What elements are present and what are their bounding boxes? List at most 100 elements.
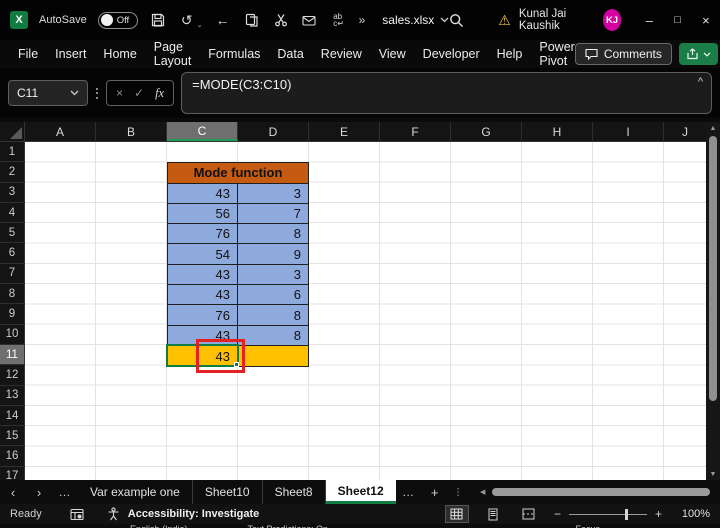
column-header-i[interactable]: I — [593, 122, 664, 141]
search-icon[interactable] — [449, 11, 464, 29]
undo-dropdown-icon[interactable]: ⌄ — [197, 21, 203, 29]
tab-data[interactable]: Data — [277, 47, 303, 61]
undo-button[interactable]: ↺ ⌄ — [178, 11, 203, 30]
page-break-view-icon[interactable] — [518, 506, 540, 522]
horizontal-scroll-thumb[interactable] — [491, 488, 710, 496]
cell-d5[interactable]: 8 — [238, 224, 308, 244]
vertical-scroll-thumb[interactable] — [709, 136, 717, 401]
row-header-1[interactable]: 1 — [0, 142, 24, 163]
tab-review[interactable]: Review — [321, 47, 362, 61]
previous-sheet-icon[interactable]: ‹ — [0, 485, 26, 500]
column-header-f[interactable]: F — [380, 122, 451, 141]
zoom-level[interactable]: 100% — [676, 508, 710, 520]
zoom-slider[interactable] — [568, 508, 647, 520]
zoom-in-icon[interactable]: + — [655, 507, 662, 521]
add-sheet-icon[interactable]: + — [422, 485, 448, 500]
excel-app-icon[interactable]: X — [10, 11, 28, 29]
accessibility-status[interactable]: Accessibility: Investigate — [128, 508, 259, 520]
close-button[interactable]: × — [692, 0, 720, 40]
sheet-tab-sheet8[interactable]: Sheet8 — [263, 480, 326, 504]
cell-d10[interactable]: 8 — [238, 325, 308, 345]
find-replace-icon[interactable]: ab c↵ — [330, 11, 348, 29]
user-name[interactable]: Kunal Jai Kaushik — [519, 8, 595, 32]
column-header-c[interactable]: C — [167, 122, 238, 141]
avatar[interactable]: KJ — [602, 9, 622, 31]
document-title[interactable]: sales.xlsx — [382, 13, 449, 27]
save-icon[interactable] — [149, 11, 167, 29]
cell-c5[interactable]: 76 — [168, 224, 238, 244]
cell-d9[interactable]: 8 — [238, 305, 308, 325]
row-header-15[interactable]: 15 — [0, 426, 24, 447]
tab-help[interactable]: Help — [497, 47, 523, 61]
tab-formulas[interactable]: Formulas — [208, 47, 260, 61]
cell-c6[interactable]: 54 — [168, 244, 238, 264]
minimize-button[interactable]: – — [635, 0, 663, 40]
share-button[interactable] — [678, 43, 718, 65]
row-header-12[interactable]: 12 — [0, 365, 24, 386]
table-title-cell[interactable]: Mode function — [168, 163, 308, 184]
row-header-9[interactable]: 9 — [0, 304, 24, 325]
select-all-corner[interactable] — [0, 122, 25, 142]
more-commands-icon[interactable]: » — [359, 13, 366, 27]
page-layout-view-icon[interactable] — [482, 506, 504, 522]
row-header-5[interactable]: 5 — [0, 223, 24, 244]
sheet-tab-sheet12-active[interactable]: Sheet12 — [325, 480, 396, 504]
row-header-17[interactable]: 17 — [0, 467, 24, 480]
tab-file[interactable]: File — [18, 47, 38, 61]
row-header-14[interactable]: 14 — [0, 406, 24, 427]
macro-record-icon[interactable] — [70, 508, 85, 521]
zoom-out-icon[interactable]: − — [554, 507, 561, 521]
tab-page-layout[interactable]: Page Layout — [154, 40, 192, 68]
cancel-icon[interactable]: × — [116, 86, 123, 100]
row-header-6[interactable]: 6 — [0, 243, 24, 264]
row-header-13[interactable]: 13 — [0, 386, 24, 406]
column-header-b[interactable]: B — [96, 122, 167, 141]
column-header-j[interactable]: J — [664, 122, 706, 141]
cell-d4[interactable]: 7 — [238, 203, 308, 224]
column-header-e[interactable]: E — [309, 122, 380, 141]
cell-c9[interactable]: 76 — [168, 305, 238, 325]
cell-d3[interactable]: 3 — [238, 183, 308, 203]
cell-d11[interactable] — [238, 345, 308, 367]
cell-d6[interactable]: 9 — [238, 244, 308, 264]
autosave-toggle[interactable]: Off — [97, 11, 138, 29]
formula-input[interactable]: =MODE(C3:C10) ^ — [181, 72, 712, 114]
accessibility-icon[interactable] — [107, 507, 120, 521]
cell-c4[interactable]: 56 — [168, 203, 238, 224]
horizontal-scrollbar[interactable]: ◀ ▶ — [476, 480, 714, 504]
more-sheets-icon[interactable]: … — [396, 485, 422, 499]
fill-handle[interactable] — [234, 362, 239, 367]
row-header-10[interactable]: 10 — [0, 325, 24, 345]
maximize-button[interactable]: □ — [663, 0, 691, 40]
row-header-4[interactable]: 4 — [0, 203, 24, 224]
scroll-right-icon[interactable]: ▶ — [692, 480, 706, 504]
copy-icon[interactable] — [243, 11, 261, 29]
column-header-g[interactable]: G — [451, 122, 522, 141]
row-header-7[interactable]: 7 — [0, 264, 24, 285]
cell-c11-result[interactable]: 43 — [168, 345, 238, 367]
sheet-tab-var-example-one[interactable]: Var example one — [78, 480, 193, 504]
normal-view-icon[interactable] — [444, 505, 469, 523]
all-sheets-icon[interactable]: … — [52, 485, 78, 499]
tab-view[interactable]: View — [379, 47, 406, 61]
sheet-cells[interactable]: Mode function 43 3 56 7 76 8 54 9 43 3 43 6 — [25, 142, 706, 480]
tab-power-pivot[interactable]: Power Pivot — [539, 40, 574, 68]
cell-d7[interactable]: 3 — [238, 264, 308, 285]
name-box[interactable]: C11 — [8, 80, 88, 106]
cut-icon[interactable] — [272, 11, 290, 29]
sheet-options-kebab-icon[interactable]: … — [454, 480, 465, 504]
vertical-scrollbar[interactable]: ▲ ▼ — [706, 122, 720, 480]
cell-c10[interactable]: 43 — [168, 325, 238, 345]
email-icon[interactable] — [301, 11, 319, 29]
scroll-down-icon[interactable]: ▼ — [706, 468, 720, 480]
tab-developer[interactable]: Developer — [423, 47, 480, 61]
insert-function-icon[interactable]: fx — [155, 86, 164, 101]
scroll-left-icon[interactable]: ◀ — [476, 480, 490, 504]
column-header-h[interactable]: H — [522, 122, 593, 141]
row-header-8[interactable]: 8 — [0, 284, 24, 305]
row-header-3[interactable]: 3 — [0, 183, 24, 203]
row-header-16[interactable]: 16 — [0, 446, 24, 467]
comments-button[interactable]: Comments — [574, 43, 672, 65]
tab-home[interactable]: Home — [103, 47, 136, 61]
back-arrow-icon[interactable]: ← — [214, 11, 232, 29]
